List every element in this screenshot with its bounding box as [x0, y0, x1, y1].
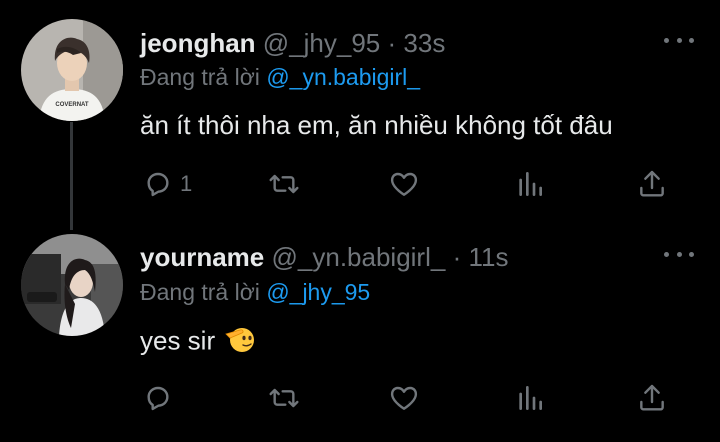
views-button[interactable] [514, 380, 546, 416]
avatar-jeonghan[interactable]: COVERNAT [21, 19, 123, 121]
tweet-header: jeonghan @_jhy_95 · 33s [140, 28, 445, 59]
tweet-text-container: yes sir [140, 324, 256, 361]
like-icon [390, 172, 418, 196]
reply-count: 1 [180, 171, 193, 196]
thread-line [70, 122, 73, 230]
separator-dot: · [387, 28, 397, 58]
tweet-timestamp[interactable]: 33s [403, 28, 445, 58]
user-handle[interactable]: @_jhy_95 [263, 28, 380, 58]
like-button[interactable] [388, 166, 420, 202]
retweet-icon [269, 174, 299, 194]
tweet-text: yes sir [140, 325, 216, 356]
display-name[interactable]: yourname [140, 242, 264, 272]
user-handle[interactable]: @_yn.babigirl_ [272, 242, 446, 272]
retweet-button[interactable] [268, 166, 300, 202]
avatar-shirt-text: COVERNAT [55, 102, 89, 108]
views-icon [519, 172, 542, 196]
avatar-yourname[interactable] [21, 234, 123, 336]
like-icon [390, 386, 418, 410]
display-name[interactable]: jeonghan [140, 28, 256, 58]
tweet-timestamp[interactable]: 11s [468, 242, 508, 272]
replying-to-label: Đang trả lời [140, 64, 260, 90]
views-button[interactable] [514, 166, 546, 202]
replying-to-mention[interactable]: @_jhy_95 [266, 279, 370, 305]
more-icon[interactable] [664, 247, 694, 261]
retweet-button[interactable] [268, 380, 300, 416]
replying-to-mention[interactable]: @_yn.babigirl_ [266, 64, 420, 90]
tweet-actions: 1 [140, 166, 680, 202]
share-icon [640, 170, 664, 197]
share-button[interactable] [636, 380, 668, 416]
tweet-header: yourname @_yn.babigirl_ · 11s [140, 242, 508, 273]
tweet-actions [140, 380, 680, 416]
retweet-icon [269, 388, 299, 408]
views-icon [519, 386, 542, 410]
replying-to-label: Đang trả lời [140, 279, 260, 305]
reply-icon [147, 172, 169, 197]
replying-to: Đang trả lời @_yn.babigirl_ [140, 64, 420, 91]
like-button[interactable] [388, 380, 420, 416]
reply-button[interactable] [142, 380, 174, 416]
share-icon [640, 384, 664, 411]
saluting-face-emoji-icon [224, 324, 256, 361]
reply-button[interactable]: 1 [142, 166, 192, 202]
replying-to: Đang trả lời @_jhy_95 [140, 279, 370, 306]
reply-icon [147, 386, 169, 411]
separator-dot: · [452, 242, 462, 272]
more-icon[interactable] [664, 33, 694, 47]
tweet-text: ăn ít thôi nha em, ăn nhiều không tốt đâ… [140, 110, 613, 140]
share-button[interactable] [636, 166, 668, 202]
